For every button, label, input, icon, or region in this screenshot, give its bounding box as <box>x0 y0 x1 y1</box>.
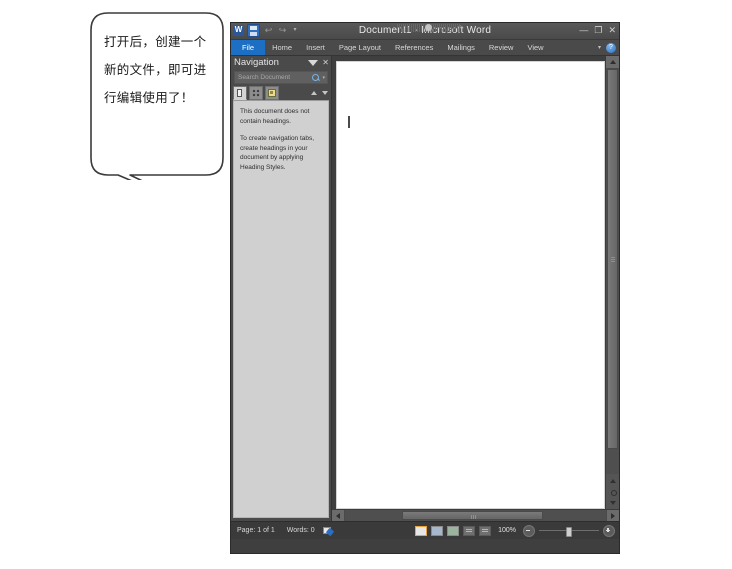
scroll-right-button[interactable] <box>606 510 619 521</box>
close-button[interactable]: ✕ <box>608 24 616 36</box>
zoom-slider-handle[interactable] <box>566 526 572 537</box>
tab-file[interactable]: File <box>231 40 266 55</box>
browse-next-icon[interactable] <box>609 499 617 507</box>
search-document-box[interactable]: Search Document ▾ <box>234 71 328 84</box>
draft-view-button[interactable] <box>479 525 492 536</box>
vertical-scroll-track[interactable] <box>606 69 619 474</box>
search-input[interactable]: Search Document <box>235 74 312 81</box>
outline-view-button[interactable] <box>463 525 476 536</box>
restore-button[interactable]: ❐ <box>594 24 602 36</box>
ribbon-tab-strip: File Home Insert Page Layout References … <box>231 40 619 56</box>
browse-previous-icon[interactable] <box>609 477 617 485</box>
scroll-up-button[interactable] <box>606 56 619 69</box>
navigation-pane-header-buttons: ✕ <box>308 56 329 70</box>
navigation-pane: Navigation ✕ Search Document ▾ This docu… <box>231 56 332 521</box>
tab-references[interactable]: References <box>388 40 440 55</box>
window-body: Navigation ✕ Search Document ▾ This docu… <box>231 56 619 521</box>
web-layout-view-button[interactable] <box>447 525 460 536</box>
chevron-down-icon[interactable]: ▾ <box>322 75 325 81</box>
document-scroll-region <box>332 56 619 509</box>
ribbon-right-controls: ▾ <box>598 40 616 55</box>
search-icon[interactable] <box>312 73 320 82</box>
navigation-tabs <box>233 86 329 101</box>
scroll-left-button[interactable] <box>332 510 345 521</box>
chevron-down-icon[interactable] <box>308 60 319 66</box>
callout-balloon: 打开后，创建一个新的文件，即可进行编辑使用了！ <box>90 12 224 180</box>
text-cursor-icon <box>348 116 350 128</box>
document-page[interactable] <box>336 61 605 509</box>
no-headings-message: This document does not contain headings. <box>240 108 310 125</box>
zoom-slider[interactable] <box>539 526 599 537</box>
callout-text: 打开后，创建一个新的文件，即可进行编辑使用了！ <box>104 34 207 105</box>
status-bar: Page: 1 of 1 Words: 0 100% <box>231 521 619 539</box>
word-count-label[interactable]: Words: 0 <box>281 527 321 534</box>
browse-results-tab[interactable] <box>265 86 279 100</box>
minimize-button[interactable]: — <box>579 24 588 36</box>
title-overlay-artifact <box>397 24 461 32</box>
title-bar: ↩ ↪ ▾ Document1 - Microsoft Word — ❐ ✕ <box>231 23 619 40</box>
page-count-label[interactable]: Page: 1 of 1 <box>231 527 281 534</box>
tab-insert[interactable]: Insert <box>299 40 332 55</box>
document-area <box>332 56 619 521</box>
browse-pages-tab[interactable] <box>249 86 263 100</box>
microsoft-word-window: ↩ ↪ ▾ Document1 - Microsoft Word — ❐ ✕ F… <box>230 22 620 554</box>
tab-view[interactable]: View <box>520 40 550 55</box>
navigation-pane-content: This document does not contain headings.… <box>233 101 329 518</box>
status-bar-right: 100% <box>415 524 615 537</box>
chevron-down-icon[interactable]: ▾ <box>598 44 601 51</box>
triangle-up-icon[interactable] <box>311 91 317 95</box>
full-screen-reading-view-button[interactable] <box>431 525 444 536</box>
headings-glyph-icon <box>237 89 242 97</box>
help-icon[interactable] <box>606 42 616 54</box>
window-controls: — ❐ ✕ <box>579 24 616 36</box>
vertical-scroll-thumb[interactable] <box>607 69 618 449</box>
results-glyph-icon <box>268 89 276 97</box>
pages-glyph-icon <box>252 89 260 97</box>
horizontal-scroll-track[interactable] <box>345 510 606 521</box>
close-icon[interactable]: ✕ <box>322 58 329 68</box>
horizontal-scrollbar[interactable] <box>332 509 619 521</box>
zoom-level-label[interactable]: 100% <box>495 527 519 534</box>
proofing-errors-icon[interactable] <box>322 526 334 535</box>
ribbon-tabs: File Home Insert Page Layout References … <box>231 40 551 55</box>
vertical-scrollbar[interactable] <box>605 56 619 509</box>
select-browse-object-icon[interactable] <box>609 488 617 496</box>
create-headings-hint: To create navigation tabs, create headin… <box>240 135 315 171</box>
zoom-in-icon[interactable] <box>603 524 615 537</box>
browse-object-buttons <box>606 474 619 509</box>
tab-page-layout[interactable]: Page Layout <box>332 40 388 55</box>
browse-headings-tab[interactable] <box>233 86 247 100</box>
triangle-down-icon[interactable] <box>322 91 328 95</box>
horizontal-scroll-thumb[interactable] <box>402 511 544 520</box>
tab-home[interactable]: Home <box>265 40 299 55</box>
print-layout-view-button[interactable] <box>415 525 428 536</box>
navigation-pane-header: Navigation ✕ <box>231 56 331 70</box>
tab-review[interactable]: Review <box>482 40 521 55</box>
zoom-out-icon[interactable] <box>523 524 535 537</box>
navigation-step-buttons <box>311 86 328 100</box>
tab-mailings[interactable]: Mailings <box>440 40 482 55</box>
